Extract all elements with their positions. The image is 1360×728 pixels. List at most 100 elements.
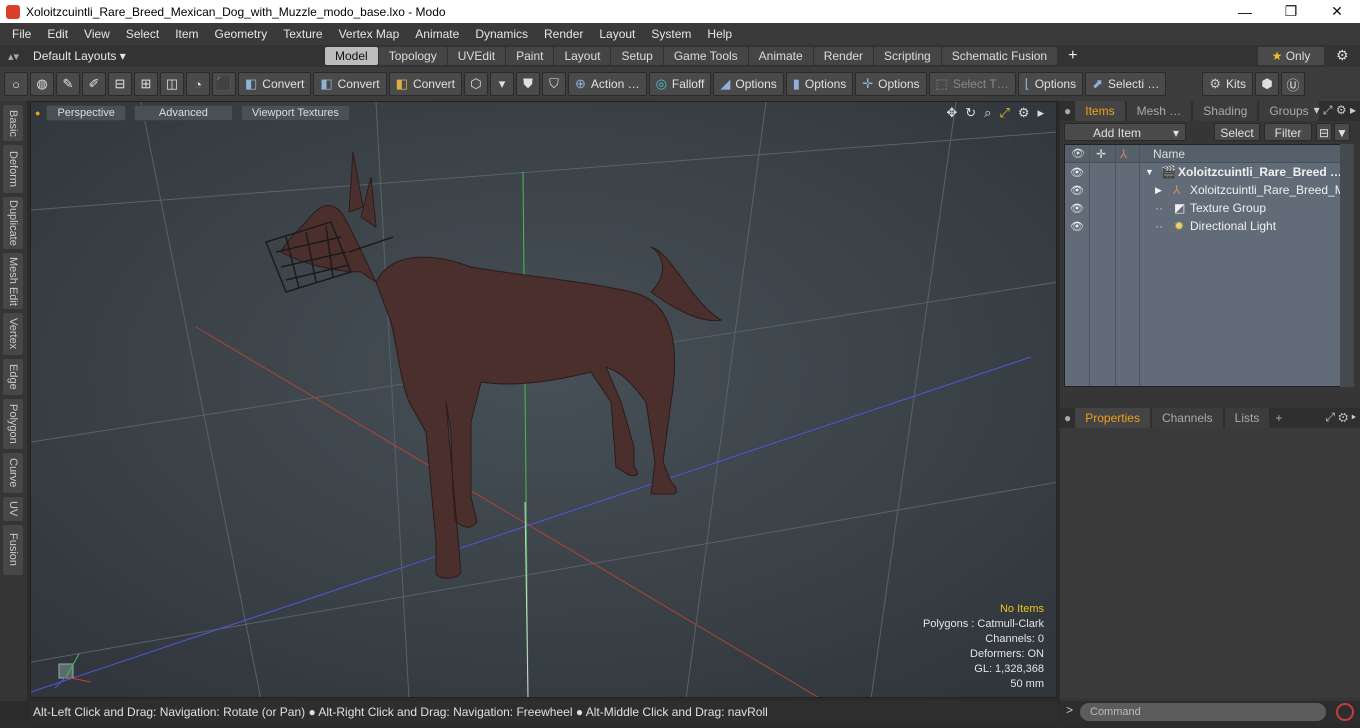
menu-vertex-map[interactable]: Vertex Map	[331, 23, 408, 45]
lock-header-icon[interactable]: ✛	[1096, 147, 1106, 161]
menu-render[interactable]: Render	[536, 23, 591, 45]
polygon-mode-icon[interactable]: ⊞	[134, 72, 158, 96]
tab-mesh[interactable]: Mesh …	[1126, 101, 1192, 121]
menu-system[interactable]: System	[643, 23, 699, 45]
selection-sets-button[interactable]: ⬈ Selecti …	[1085, 72, 1167, 96]
visibility-eye-icon[interactable]: 👁	[1070, 166, 1084, 179]
pen-icon[interactable]: ✎	[56, 72, 80, 96]
tab-channels[interactable]: Channels	[1151, 408, 1223, 428]
tab-schematic-fusion[interactable]: Schematic Fusion	[941, 47, 1058, 65]
add-item-button[interactable]: Add Item ▾	[1064, 123, 1186, 141]
add-tab-button[interactable]: +	[1271, 411, 1286, 425]
tab-polygon[interactable]: Polygon	[3, 399, 23, 449]
tab-duplicate[interactable]: Duplicate	[3, 197, 23, 249]
shading-mode-button[interactable]: Advanced	[133, 105, 233, 121]
tab-uv[interactable]: UV	[3, 497, 23, 521]
tree-row-texture-group[interactable]: 👁 ·· ◩ Texture Group	[1065, 199, 1341, 217]
command-input[interactable]: Command	[1080, 703, 1326, 721]
brush-icon[interactable]: ✐	[82, 72, 106, 96]
tab-game-tools[interactable]: Game Tools	[663, 47, 748, 65]
record-macro-icon[interactable]	[1336, 703, 1354, 721]
tab-setup[interactable]: Setup	[611, 47, 663, 65]
tab-uvedit[interactable]: UVEdit	[447, 47, 506, 65]
visibility-eye-icon[interactable]: 👁	[1070, 184, 1084, 197]
menu-select[interactable]: Select	[118, 23, 167, 45]
name-column-header[interactable]: Name	[1153, 147, 1185, 161]
panel-options-icons[interactable]: ▾ ⤢ ⚙ ▸	[1314, 103, 1356, 118]
tab-properties[interactable]: Properties	[1075, 408, 1150, 428]
minimize-button[interactable]: —	[1222, 4, 1268, 20]
panel-menu-dot[interactable]: ●	[1060, 411, 1075, 425]
symmetry-icon[interactable]: ⛊	[515, 72, 540, 96]
workplane-icon[interactable]: ⛉	[541, 72, 566, 96]
convert-button-1[interactable]: ◧ Convert	[238, 72, 312, 96]
menu-dynamics[interactable]: Dynamics	[467, 23, 536, 45]
item-mode-icon[interactable]: ◫	[160, 72, 184, 96]
dropdown-icon[interactable]: ▾	[489, 72, 514, 96]
tab-render[interactable]: Render	[813, 47, 874, 65]
tab-items[interactable]: Items	[1075, 101, 1125, 121]
tree-row-mesh[interactable]: 👁 ▶ ⅄ Xoloitzcuintli_Rare_Breed_M…	[1065, 181, 1342, 199]
maximize-viewport-icon[interactable]: ⤢	[999, 105, 1009, 121]
tab-vertex[interactable]: Vertex	[3, 313, 23, 355]
collapse-icon[interactable]: ⊟	[1316, 123, 1332, 141]
tab-edge[interactable]: Edge	[3, 359, 23, 395]
unreal-icon[interactable]: Ⓤ	[1281, 72, 1306, 96]
options-button-1[interactable]: ◢ Options	[713, 72, 784, 96]
tab-basic[interactable]: Basic	[3, 105, 23, 141]
tree-row-directional-light[interactable]: 👁 ·· ✹ Directional Light	[1065, 217, 1341, 235]
expand-arrow-icon[interactable]: ▶	[1155, 185, 1162, 196]
visibility-header-icon[interactable]: 👁	[1071, 147, 1085, 160]
options-button-3[interactable]: ✛ Options	[855, 72, 927, 96]
tab-groups[interactable]: Groups	[1259, 101, 1319, 121]
filter-button[interactable]: Filter	[1264, 123, 1312, 141]
convert-button-2[interactable]: ◧ Convert	[313, 72, 387, 96]
rotate-icon[interactable]: ↻	[965, 105, 976, 121]
select-through-button[interactable]: ⬚ Select T…	[928, 72, 1016, 96]
tab-scripting[interactable]: Scripting	[874, 47, 941, 65]
menu-animate[interactable]: Animate	[407, 23, 467, 45]
layout-selector[interactable]: Default Layouts ▾	[33, 49, 126, 63]
viewport-arrow-icon[interactable]: ▸	[1037, 105, 1044, 121]
menu-layout[interactable]: Layout	[591, 23, 643, 45]
type-header-icon[interactable]: ⅄	[1120, 147, 1127, 161]
options-button-4[interactable]: ⌊ Options	[1017, 72, 1084, 96]
tab-shading[interactable]: Shading	[1193, 101, 1258, 121]
pan-icon[interactable]: ✥	[946, 105, 957, 121]
select-button[interactable]: Select	[1214, 123, 1260, 141]
falloff-button[interactable]: ◎ Falloff	[648, 72, 712, 96]
tab-deform[interactable]: Deform	[3, 145, 23, 193]
globe-icon[interactable]: ◍	[30, 72, 54, 96]
tab-fusion[interactable]: Fusion	[3, 525, 23, 575]
tab-layout[interactable]: Layout	[554, 47, 611, 65]
convert-button-3[interactable]: ◧ Convert	[388, 72, 462, 96]
perspective-view-button[interactable]: Perspective	[46, 105, 126, 121]
menu-help[interactable]: Help	[699, 23, 740, 45]
expand-arrow-icon[interactable]: ▼	[1145, 167, 1154, 177]
panel-options-icons[interactable]: ⤢ ⚙ ▸	[1325, 410, 1356, 425]
kits-button[interactable]: ⚙ Kits	[1202, 72, 1254, 96]
menu-view[interactable]: View	[76, 23, 118, 45]
tab-curve[interactable]: Curve	[3, 453, 23, 493]
vertex-mode-icon[interactable]: ○	[4, 72, 28, 96]
visibility-eye-icon[interactable]: 👁	[1070, 202, 1084, 215]
menu-file[interactable]: File	[4, 23, 39, 45]
tab-topology[interactable]: Topology	[378, 47, 447, 65]
viewport-gear-icon[interactable]: ⚙	[1018, 105, 1030, 121]
panel-menu-dot[interactable]: ●	[1060, 104, 1075, 118]
grip-icon[interactable]: ▴▾	[8, 50, 19, 63]
add-tab-button[interactable]: +	[1058, 47, 1087, 65]
close-button[interactable]: ✕	[1314, 3, 1360, 20]
3d-viewport[interactable]: ● Perspective Advanced Viewport Textures…	[30, 101, 1057, 698]
tab-mesh-edit[interactable]: Mesh Edit	[3, 253, 23, 309]
maximize-button[interactable]: ❐	[1268, 3, 1314, 20]
viewport-textures-button[interactable]: Viewport Textures	[240, 105, 350, 121]
visibility-eye-icon[interactable]: 👁	[1070, 220, 1084, 233]
action-center-button[interactable]: ⊕ Action …	[567, 72, 647, 96]
zoom-icon[interactable]: ⌕	[984, 105, 991, 121]
material-mode-icon[interactable]: ◔	[186, 72, 210, 96]
only-toggle[interactable]: ★ Only	[1258, 47, 1324, 65]
viewport-menu-dot[interactable]: ●	[35, 108, 40, 118]
menu-edit[interactable]: Edit	[39, 23, 76, 45]
cube-icon[interactable]: ⬛	[212, 72, 236, 96]
